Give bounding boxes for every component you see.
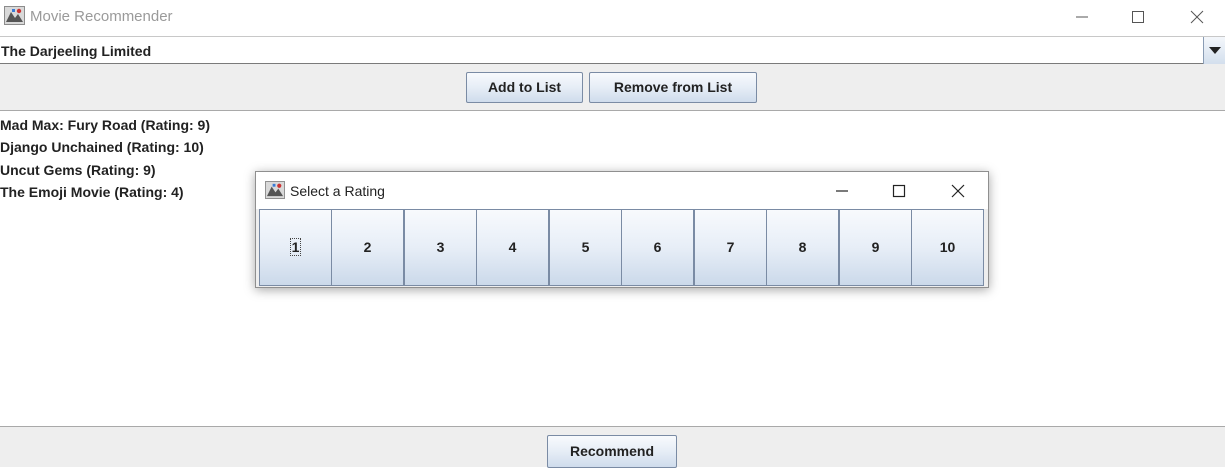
java-app-icon	[4, 6, 25, 25]
list-item[interactable]: The Emoji Movie (Rating: 4)	[0, 184, 184, 200]
movie-select-arrow-button[interactable]	[1203, 37, 1225, 64]
rating-button-4[interactable]: 4	[476, 209, 549, 286]
rating-button-7[interactable]: 7	[694, 209, 767, 286]
rating-label-1: 1	[289, 238, 302, 256]
minimize-button[interactable]	[1059, 0, 1105, 34]
rating-button-6[interactable]: 6	[621, 209, 694, 286]
rating-button-8[interactable]: 8	[766, 209, 839, 286]
rating-button-3[interactable]: 3	[404, 209, 477, 286]
window-titlebar: Movie Recommender	[0, 0, 1225, 34]
maximize-button[interactable]	[1115, 0, 1161, 34]
list-item[interactable]: Django Unchained (Rating: 10)	[0, 139, 204, 155]
java-app-icon	[265, 181, 285, 199]
movie-select-value: The Darjeeling Limited	[1, 43, 152, 59]
chevron-down-icon	[1209, 47, 1221, 54]
close-icon	[951, 184, 965, 198]
dialog-maximize-button[interactable]	[876, 172, 922, 209]
maximize-icon	[892, 184, 906, 198]
rating-button-1[interactable]: 1	[259, 209, 332, 286]
close-icon	[1190, 10, 1204, 24]
remove-from-list-button[interactable]: Remove from List	[589, 72, 757, 103]
rating-button-2[interactable]: 2	[331, 209, 404, 286]
rating-button-row: 1 2 3 4 5 6 7 8 9 10	[259, 209, 986, 286]
recommend-button[interactable]: Recommend	[547, 435, 677, 468]
close-button[interactable]	[1174, 0, 1220, 34]
rating-button-10[interactable]: 10	[911, 209, 984, 286]
maximize-icon	[1132, 11, 1144, 23]
dialog-minimize-button[interactable]	[819, 172, 865, 209]
rating-button-5[interactable]: 5	[549, 209, 622, 286]
list-item[interactable]: Uncut Gems (Rating: 9)	[0, 162, 156, 178]
minimize-icon	[836, 190, 848, 192]
minimize-icon	[1076, 16, 1088, 18]
window-title: Movie Recommender	[30, 8, 173, 25]
dialog-close-button[interactable]	[935, 172, 981, 209]
rating-dialog: Select a Rating 1 2 3 4 5 6 7 8 9 10	[255, 171, 989, 288]
list-toolbar: Add to List Remove from List	[0, 64, 1225, 111]
dialog-titlebar: Select a Rating	[256, 172, 988, 209]
dialog-title: Select a Rating	[290, 183, 385, 199]
add-to-list-button[interactable]: Add to List	[466, 72, 583, 103]
list-item[interactable]: Mad Max: Fury Road (Rating: 9)	[0, 117, 210, 133]
bottom-bar: Recommend	[0, 426, 1225, 468]
rating-button-9[interactable]: 9	[839, 209, 912, 286]
movie-select[interactable]: The Darjeeling Limited	[0, 36, 1225, 64]
